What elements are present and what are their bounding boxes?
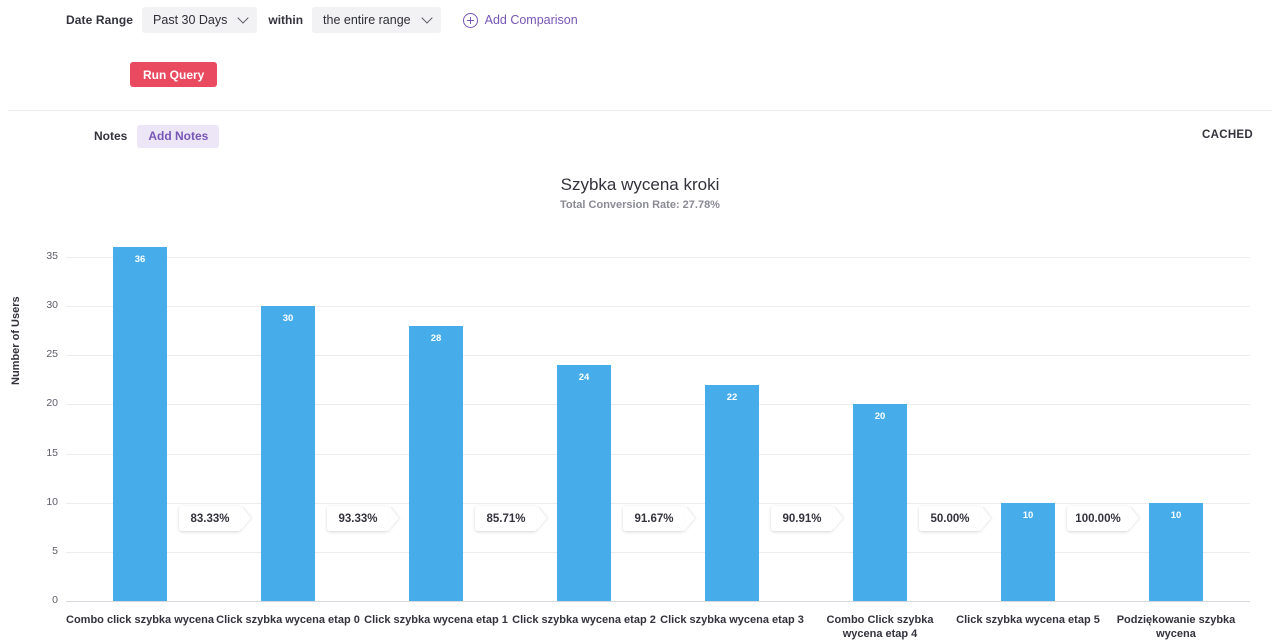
bar[interactable]: 28 [409,325,463,601]
x-axis-category-label: Click szybka wycena etap 1 [364,614,508,626]
step-conversion-badge: 93.33% [327,506,399,531]
bar[interactable]: 36 [113,247,167,601]
bar[interactable]: 10 [1149,502,1203,601]
y-axis-tick: 5 [52,544,58,557]
bar[interactable]: 10 [1001,502,1055,601]
step-conversion-badge: 85.71% [475,506,547,531]
gridline [66,257,1250,258]
bar[interactable]: 24 [557,365,611,601]
bar-value-label: 22 [726,391,738,403]
x-axis-category-label: Podziękowanie szybka wycena [1116,614,1236,640]
x-axis-category-label: Combo Click szybka wycena etap 4 [826,614,934,640]
step-conversion-badge: 90.91% [771,506,843,531]
x-axis-category-label: Click szybka wycena etap 2 [512,614,656,626]
bar[interactable]: 30 [261,306,315,601]
y-axis-tick: 10 [46,495,58,508]
y-axis-tick: 0 [52,594,58,606]
bar-value-label: 28 [430,332,442,344]
y-axis-tick: 15 [46,446,58,459]
y-axis-tick: 30 [46,299,58,312]
badge-arrow-tip [537,506,547,530]
y-axis-tick: 35 [46,250,58,262]
bar-value-label: 20 [874,411,886,423]
gridline [66,453,1250,455]
badge-arrow-tip [1129,506,1139,530]
bar-value-label: 10 [1022,509,1034,521]
x-axis-category-label: Click szybka wycena etap 0 [216,614,360,626]
x-axis-category-label: Click szybka wycena etap 3 [660,614,804,626]
bar-value-label: 30 [282,313,294,325]
step-conversion-badge: 50.00% [919,506,991,531]
step-conversion-badge: 91.67% [623,506,695,531]
badge-arrow-tip [981,506,991,530]
x-axis-category-label: Click szybka wycena etap 5 [956,614,1100,626]
bar-value-label: 24 [578,372,590,384]
y-axis-tick: 25 [46,348,58,361]
y-axis-tick: 20 [46,397,58,410]
bar-value-label: 36 [134,254,146,266]
badge-arrow-tip [685,506,695,530]
bar[interactable]: 20 [853,404,907,601]
badge-arrow-tip [389,506,399,530]
bar-value-label: 10 [1170,509,1182,521]
gridline [66,551,1250,553]
funnel-bar-chart: Number of Users 0 5 10 15 20 25 30 35 36 Combo cl… [0,0,1280,644]
badge-arrow-tip [833,506,843,530]
x-axis-line [66,601,1250,602]
badge-arrow-tip [241,506,251,530]
x-axis-category-label: Combo click szybka wycena [66,614,214,626]
step-conversion-badge: 83.33% [179,506,251,531]
bar[interactable]: 22 [705,384,759,601]
gridline [66,355,1250,357]
step-conversion-badge: 100.00% [1067,506,1139,531]
gridline [66,306,1250,308]
gridline [66,502,1250,504]
gridline [66,404,1250,406]
y-axis-label: Number of Users [10,296,22,385]
